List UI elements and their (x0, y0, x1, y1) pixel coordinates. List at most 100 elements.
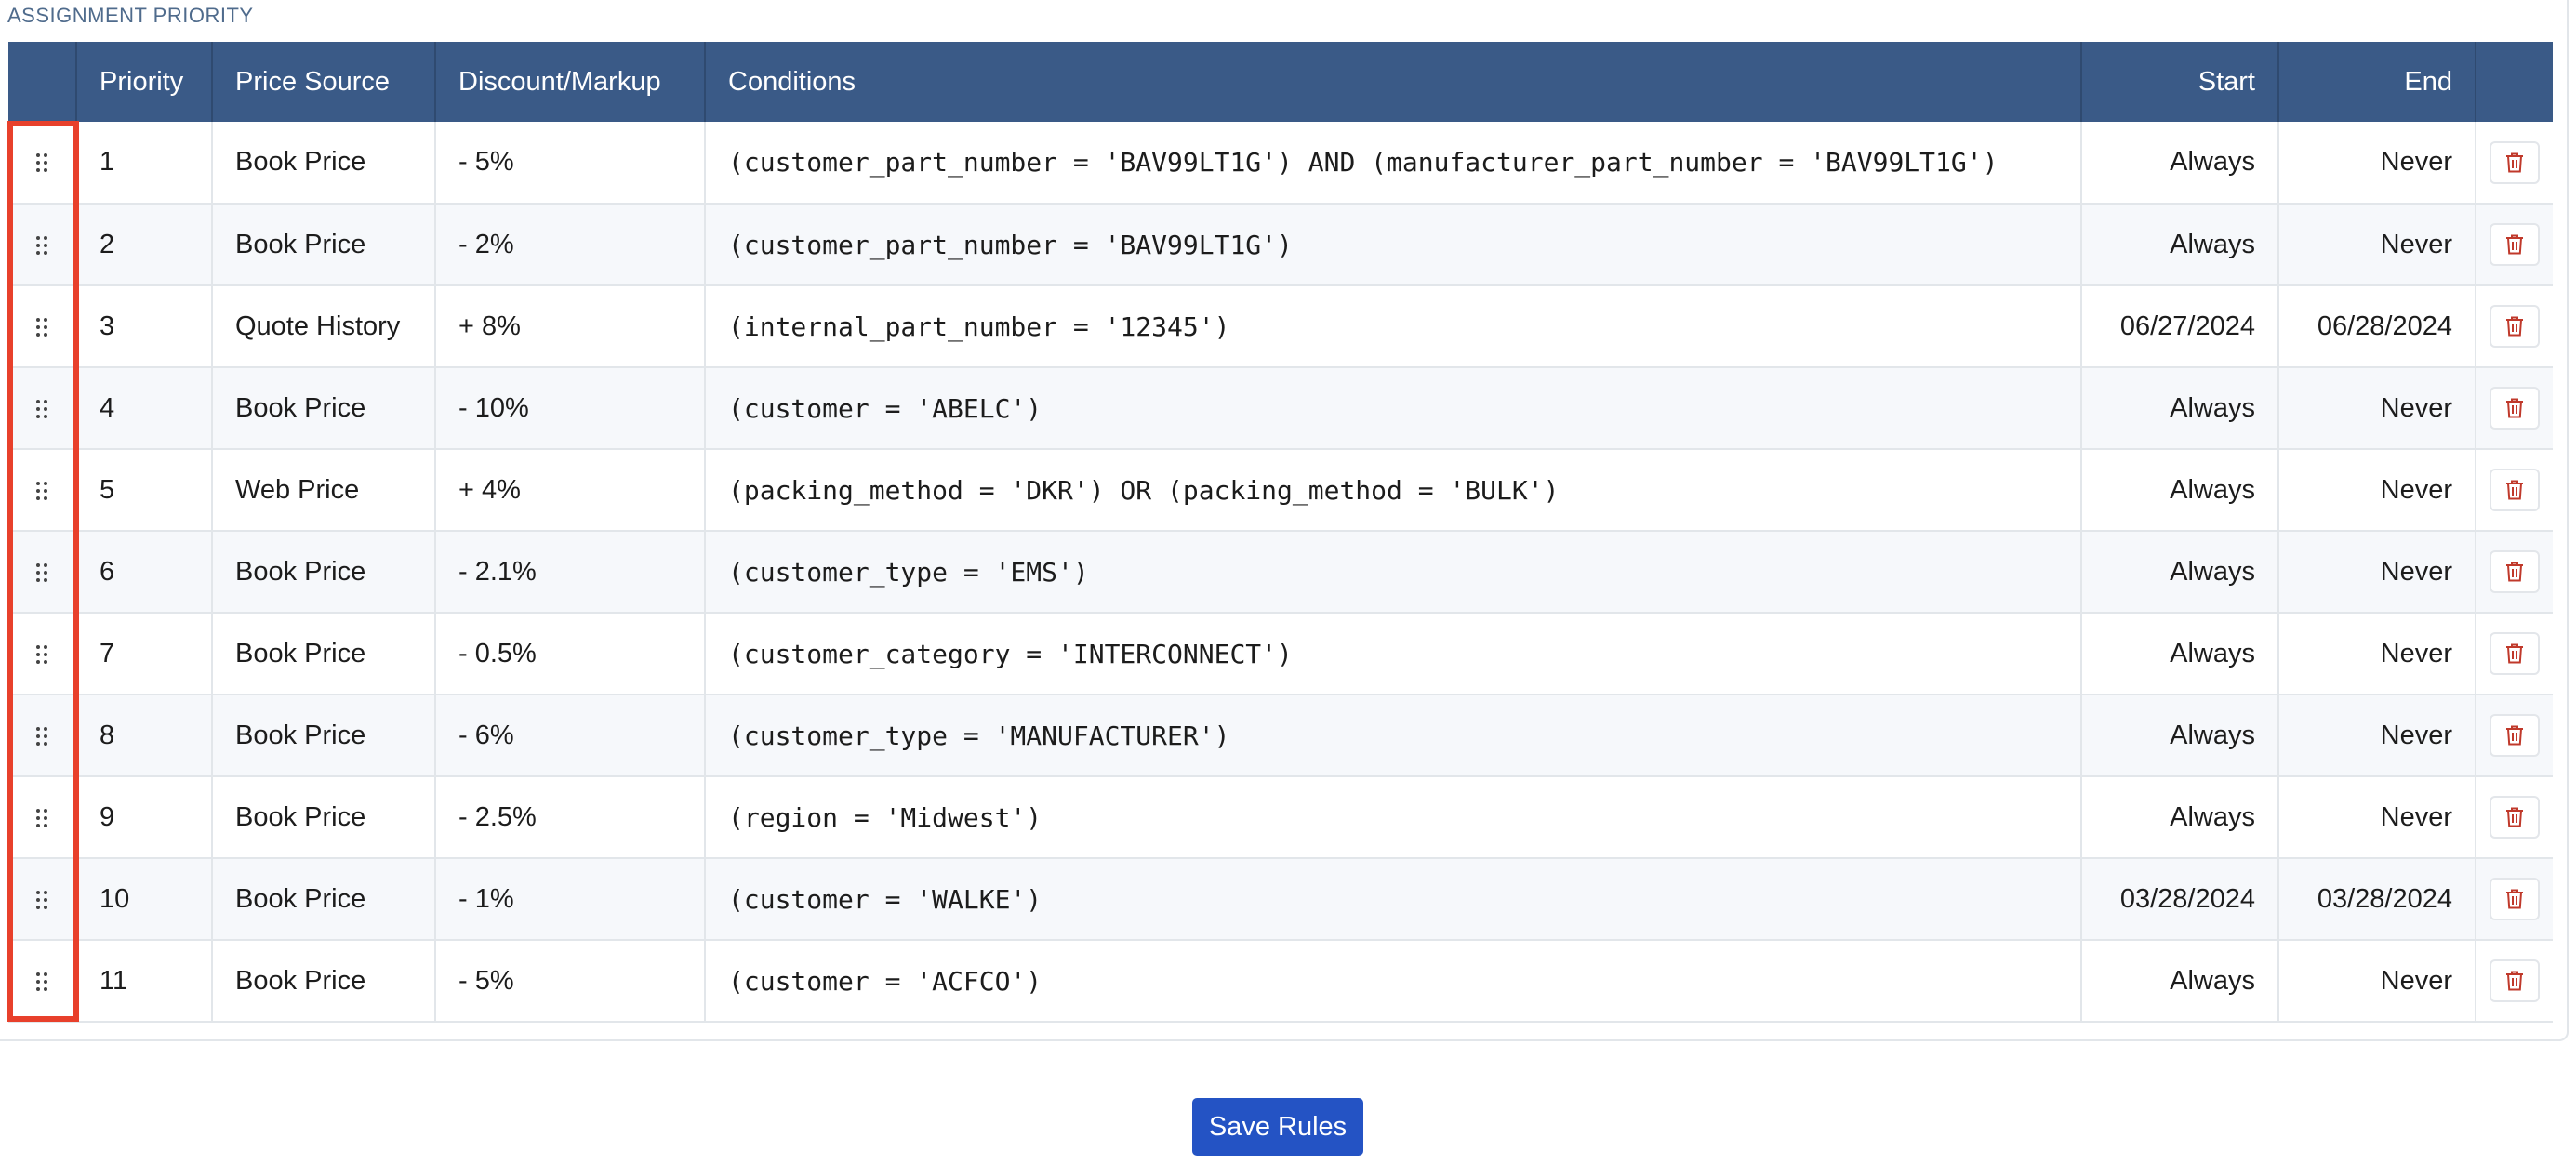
column-header-end: End (2278, 42, 2476, 122)
table-row: 9 Book Price - 2.5% (region = 'Midwest')… (8, 776, 2553, 859)
actions-cell (2476, 613, 2553, 695)
save-rules-button[interactable]: Save Rules (1192, 1098, 1363, 1156)
trash-icon (2506, 971, 2523, 991)
conditions-cell: (customer_part_number = 'BAV99LT1G') (705, 204, 2082, 286)
table-row: 5 Web Price + 4% (packing_method = 'DKR'… (8, 449, 2553, 532)
actions-cell (2476, 776, 2553, 859)
priority-cell: 7 (76, 613, 213, 695)
drag-handle[interactable] (8, 285, 77, 368)
pricing-rules-table: Priority Price Source Discount/Markup Co… (8, 42, 2553, 1023)
priority-cell: 4 (76, 367, 213, 450)
actions-cell (2476, 122, 2553, 205)
conditions-cell: (customer = 'ABELC') (705, 367, 2082, 450)
column-header-priority: Priority (76, 42, 213, 122)
conditions-cell: (customer_type = 'MANUFACTURER') (705, 694, 2082, 777)
delete-rule-button[interactable] (2490, 223, 2540, 266)
drag-handle[interactable] (8, 858, 77, 941)
delete-rule-button[interactable] (2490, 469, 2540, 511)
end-cell: Never (2278, 694, 2476, 777)
drag-handle[interactable] (8, 776, 77, 859)
actions-cell (2476, 531, 2553, 614)
discount-cell: + 4% (435, 449, 706, 532)
conditions-cell: (customer = 'WALKE') (705, 858, 2082, 941)
table-row: 1 Book Price - 5% (customer_part_number … (8, 122, 2553, 205)
price-source-cell: Quote History (212, 285, 436, 368)
delete-rule-button[interactable] (2490, 387, 2540, 430)
trash-icon (2506, 316, 2523, 337)
trash-icon (2506, 889, 2523, 909)
drag-handle-icon (36, 808, 47, 827)
drag-handle-icon (36, 890, 47, 909)
start-cell: Always (2081, 694, 2279, 777)
end-cell: 06/28/2024 (2278, 285, 2476, 368)
price-source-cell: Web Price (212, 449, 436, 532)
drag-handle-icon (36, 726, 47, 746)
end-cell: Never (2278, 940, 2476, 1023)
priority-cell: 1 (76, 122, 213, 205)
priority-cell: 6 (76, 531, 213, 614)
actions-cell (2476, 285, 2553, 368)
end-cell: Never (2278, 122, 2476, 205)
delete-rule-button[interactable] (2490, 305, 2540, 348)
conditions-cell: (customer_category = 'INTERCONNECT') (705, 613, 2082, 695)
delete-rule-button[interactable] (2490, 550, 2540, 593)
drag-handle-icon (36, 481, 47, 500)
end-cell: Never (2278, 776, 2476, 859)
price-source-cell: Book Price (212, 122, 436, 205)
delete-rule-button[interactable] (2490, 959, 2540, 1002)
discount-cell: - 2.1% (435, 531, 706, 614)
delete-rule-button[interactable] (2490, 140, 2540, 184)
end-cell: Never (2278, 613, 2476, 695)
discount-cell: - 2% (435, 204, 706, 286)
drag-handle-icon (36, 317, 47, 337)
drag-handle-icon (36, 644, 47, 664)
drag-handle[interactable] (8, 694, 77, 777)
table-row: 3 Quote History + 8% (internal_part_numb… (8, 285, 2553, 368)
table-body: 1 Book Price - 5% (customer_part_number … (8, 122, 2553, 1023)
conditions-cell: (customer = 'ACFCO') (705, 940, 2082, 1023)
column-header-price-source: Price Source (212, 42, 436, 122)
column-header-start: Start (2081, 42, 2279, 122)
actions-cell (2476, 940, 2553, 1023)
drag-handle[interactable] (8, 367, 77, 450)
priority-cell: 5 (76, 449, 213, 532)
discount-cell: - 5% (435, 940, 706, 1023)
drag-handle[interactable] (8, 449, 77, 532)
drag-handle[interactable] (8, 531, 77, 614)
start-cell: Always (2081, 367, 2279, 450)
delete-rule-button[interactable] (2490, 632, 2540, 675)
trash-icon (2506, 234, 2523, 255)
priority-cell: 9 (76, 776, 213, 859)
price-source-cell: Book Price (212, 204, 436, 286)
conditions-cell: (customer_type = 'EMS') (705, 531, 2082, 614)
trash-icon (2506, 398, 2523, 418)
price-source-cell: Book Price (212, 613, 436, 695)
trash-icon (2506, 643, 2523, 664)
start-cell: Always (2081, 531, 2279, 614)
column-header-conditions: Conditions (705, 42, 2082, 122)
end-cell: Never (2278, 531, 2476, 614)
drag-handle[interactable] (8, 940, 77, 1023)
end-cell: 03/28/2024 (2278, 858, 2476, 941)
delete-rule-button[interactable] (2490, 878, 2540, 920)
priority-cell: 8 (76, 694, 213, 777)
start-cell: Always (2081, 122, 2279, 205)
delete-rule-button[interactable] (2490, 796, 2540, 839)
table-row: 8 Book Price - 6% (customer_type = 'MANU… (8, 694, 2553, 777)
price-source-cell: Book Price (212, 776, 436, 859)
column-header-actions (2476, 42, 2553, 122)
table-row: 4 Book Price - 10% (customer = 'ABELC') … (8, 367, 2553, 450)
trash-icon (2506, 480, 2523, 500)
start-cell: Always (2081, 776, 2279, 859)
drag-handle-icon (36, 972, 47, 991)
drag-handle-icon (36, 153, 47, 173)
discount-cell: - 10% (435, 367, 706, 450)
drag-handle[interactable] (8, 204, 77, 286)
drag-handle[interactable] (8, 613, 77, 695)
trash-icon (2506, 807, 2523, 827)
delete-rule-button[interactable] (2490, 714, 2540, 757)
price-source-cell: Book Price (212, 367, 436, 450)
priority-cell: 3 (76, 285, 213, 368)
drag-handle[interactable] (8, 122, 77, 205)
actions-cell (2476, 204, 2553, 286)
